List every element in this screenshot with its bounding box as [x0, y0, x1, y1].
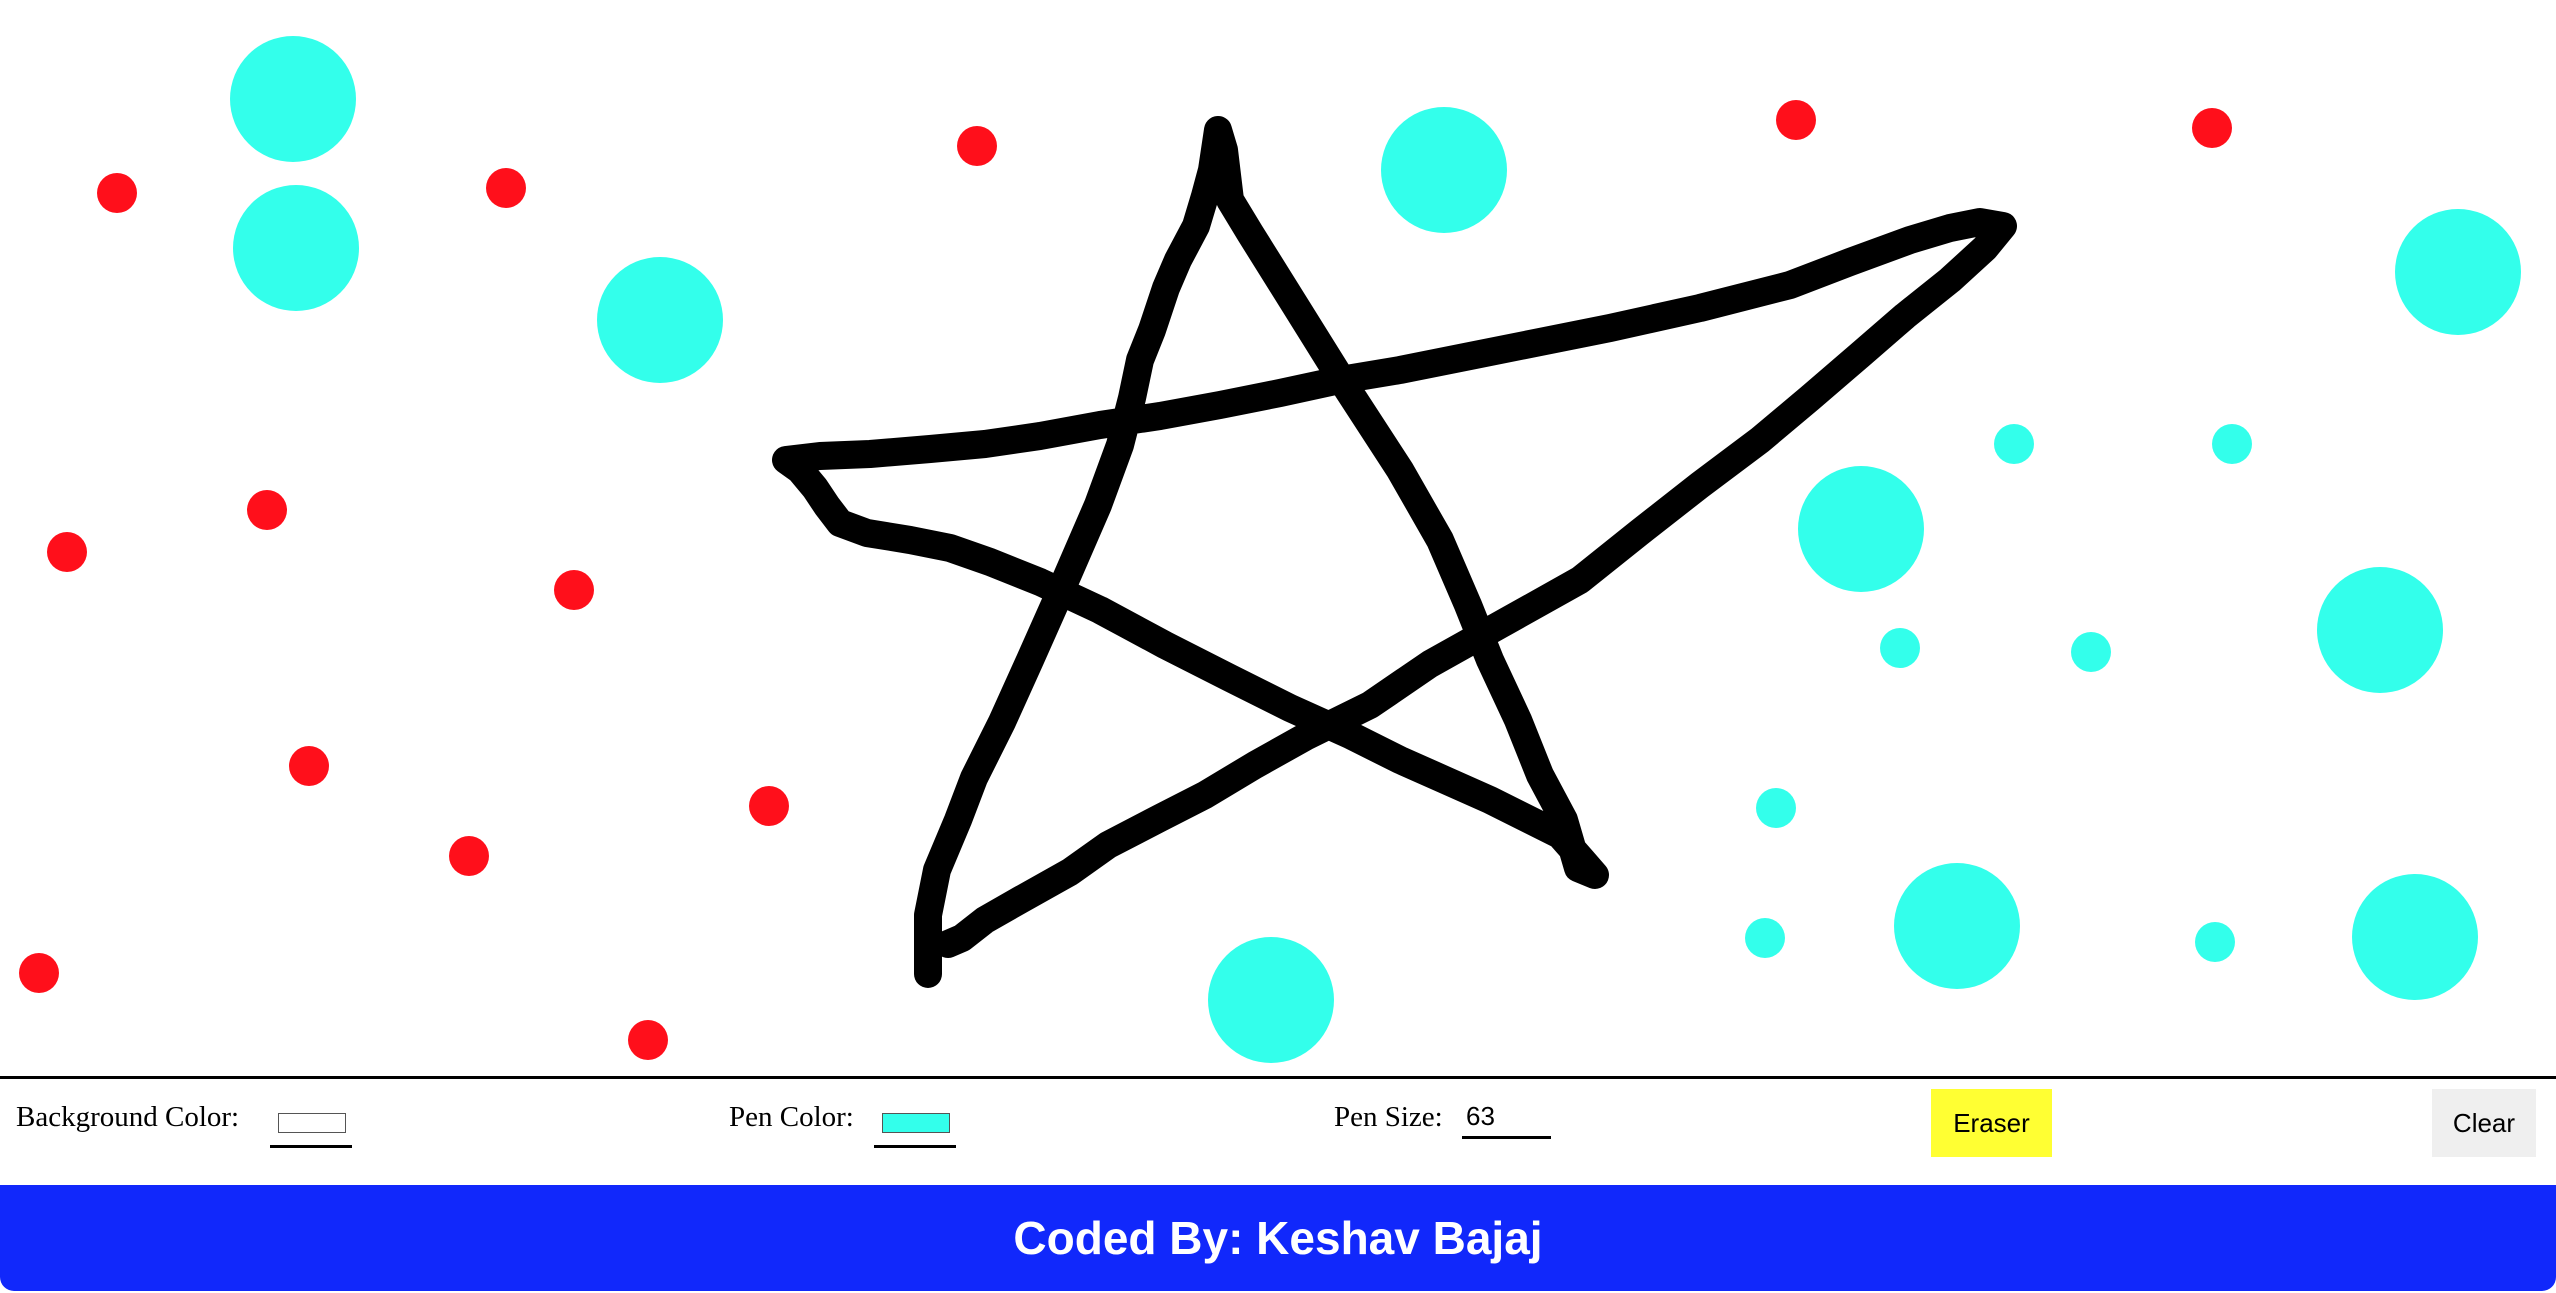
cyan-paint-dot-large	[2395, 209, 2521, 335]
red-paint-dot	[47, 532, 87, 572]
red-paint-dot	[289, 746, 329, 786]
pen-size-label: Pen Size:	[1334, 1101, 1443, 1133]
cyan-paint-dot-large	[2352, 874, 2478, 1000]
drawing-canvas[interactable]	[0, 0, 2556, 1076]
cyan-paint-dot-large	[1208, 937, 1334, 1063]
paint-dots	[19, 36, 2521, 1063]
toolbar: Background Color: Pen Color: Pen Size: E…	[0, 1079, 2556, 1183]
cyan-paint-dot-large	[1381, 107, 1507, 233]
footer-banner: Coded By: Keshav Bajaj	[0, 1185, 2556, 1291]
pen-color-picker[interactable]	[874, 1091, 956, 1148]
background-color-swatch	[278, 1113, 346, 1133]
red-paint-dot	[247, 490, 287, 530]
cyan-paint-dot-large	[233, 185, 359, 311]
drawing-surface[interactable]	[0, 0, 2556, 1076]
cyan-paint-dot-small	[1880, 628, 1920, 668]
background-color-label: Background Color:	[16, 1101, 240, 1133]
red-paint-dot	[97, 173, 137, 213]
pen-color-label: Pen Color:	[729, 1101, 854, 1133]
red-paint-dot	[449, 836, 489, 876]
cyan-paint-dot-small	[2212, 424, 2252, 464]
red-paint-dot	[19, 953, 59, 993]
red-paint-dot	[1776, 100, 1816, 140]
eraser-button[interactable]: Eraser	[1931, 1089, 2052, 1157]
red-paint-dot	[957, 126, 997, 166]
cyan-paint-dot-large	[1798, 466, 1924, 592]
cyan-paint-dot-large	[2317, 567, 2443, 693]
footer-credit-text: Coded By: Keshav Bajaj	[1013, 1212, 1543, 1264]
red-paint-dot	[749, 786, 789, 826]
red-paint-dot	[628, 1020, 668, 1060]
clear-button[interactable]: Clear	[2432, 1089, 2536, 1157]
cyan-paint-dot-small	[1745, 918, 1785, 958]
red-paint-dot	[554, 570, 594, 610]
cyan-paint-dot-small	[1994, 424, 2034, 464]
red-paint-dot	[2192, 108, 2232, 148]
cyan-paint-dot-large	[230, 36, 356, 162]
cyan-paint-dot-large	[1894, 863, 2020, 989]
cyan-paint-dot-small	[2195, 922, 2235, 962]
pen-size-input[interactable]	[1462, 1097, 1551, 1139]
cyan-paint-dot-large	[597, 257, 723, 383]
background-color-picker[interactable]	[270, 1091, 352, 1148]
cyan-paint-dot-small	[1756, 788, 1796, 828]
red-paint-dot	[486, 168, 526, 208]
pen-color-swatch	[882, 1113, 950, 1133]
cyan-paint-dot-small	[2071, 632, 2111, 672]
